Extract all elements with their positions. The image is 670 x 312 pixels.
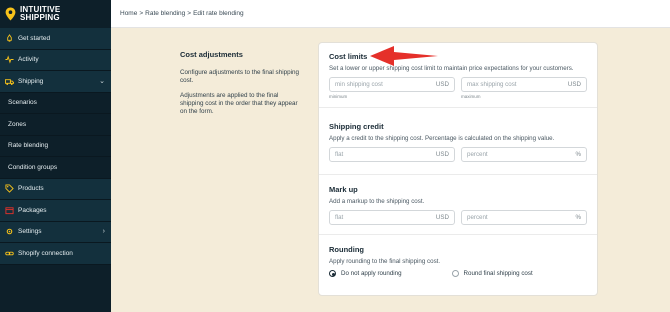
sidebar-item-shopify-connection[interactable]: Shopify connection [0,243,111,265]
sidebar-item-scenarios[interactable]: Scenarios [0,92,111,114]
radio-label: Round final shipping cost [463,270,533,277]
sidebar-item-label: Get started [18,34,51,42]
placeholder: percent [467,151,488,158]
rounding-title: Rounding [329,245,364,254]
mark-up-title: Mark up [329,185,358,194]
markup-flat-input[interactable]: flat USD [329,210,455,225]
sidebar-item-activity[interactable]: Activity [0,49,111,71]
sidebar-item-label: Packages [18,206,47,214]
radio-label: Do not apply rounding [341,270,402,277]
cost-limits-section: Cost limits Set a lower or upper shippin… [319,52,597,108]
currency-unit: USD [435,81,449,88]
percent-unit: % [575,151,581,158]
credit-flat-input[interactable]: flat USD [329,147,455,162]
breadcrumb-current-page: Edit rate blending [193,10,244,17]
shipping-credit-help: Apply a credit to the shipping cost. Per… [329,135,555,142]
placeholder: min shipping cost [335,81,383,88]
rounding-section: Rounding Apply rounding to the final shi… [319,235,597,295]
mark-up-help: Add a markup to the shipping cost. [329,198,425,205]
placeholder: max shipping cost [467,81,517,88]
sidebar-item-settings[interactable]: Settings › [0,221,111,243]
placeholder: flat [335,151,344,158]
pulse-icon [5,55,14,64]
sidebar-item-rate-blending[interactable]: Rate blending [0,135,111,157]
brand-name: INTUITIVE SHIPPING [20,6,60,22]
max-label: maximum [461,94,481,99]
sidebar: INTUITIVE SHIPPING Get started Activity … [0,0,111,312]
truck-icon [5,79,14,85]
sidebar-item-packages[interactable]: Packages [0,200,111,222]
description-paragraph-1: Configure adjustments to the final shipp… [180,69,300,85]
tag-icon [5,184,14,193]
annotation-arrow-icon [370,46,438,66]
brand-line-2: SHIPPING [20,13,60,22]
rounding-help: Apply rounding to the final shipping cos… [329,258,441,265]
currency-unit: USD [567,81,581,88]
mark-up-section: Mark up Add a markup to the shipping cos… [319,175,597,235]
sidebar-item-label: Products [18,185,44,193]
sidebar-item-label: Shopify connection [18,249,73,257]
chevron-down-icon: ⌄ [99,78,105,86]
sidebar-item-shipping[interactable]: Shipping ⌄ [0,71,111,93]
max-shipping-cost-input[interactable]: max shipping cost USD [461,77,587,92]
box-icon [5,207,14,214]
percent-unit: % [575,214,581,221]
location-pin-icon [5,7,16,21]
min-shipping-cost-input[interactable]: min shipping cost USD [329,77,455,92]
sidebar-item-get-started[interactable]: Get started [0,28,111,50]
sidebar-item-label: Rate blending [8,142,49,150]
radio-no-rounding[interactable]: Do not apply rounding [329,270,402,277]
sidebar-item-label: Scenarios [8,99,37,107]
radio-selected-icon [329,270,336,277]
chevron-right-icon: › [102,228,105,236]
currency-unit: USD [435,151,449,158]
sidebar-item-label: Settings [18,228,42,236]
breadcrumb: Home > Rate blending > Edit rate blendin… [111,0,670,28]
cost-adjustments-card: Cost limits Set a lower or upper shippin… [318,42,598,296]
sidebar-item-label: Zones [8,120,27,128]
breadcrumb-separator: > [139,10,144,17]
link-icon [5,251,14,256]
rocket-icon [7,33,12,42]
breadcrumb-home[interactable]: Home [120,10,137,17]
credit-percent-input[interactable]: percent % [461,147,587,162]
min-label: minimum [329,94,348,99]
breadcrumb-separator: > [187,10,192,17]
cost-adjustments-description: Cost adjustments Configure adjustments t… [180,50,300,122]
placeholder: percent [467,214,488,221]
currency-unit: USD [435,214,449,221]
sidebar-item-products[interactable]: Products [0,178,111,200]
section-title: Cost adjustments [180,50,243,59]
radio-unselected-icon [451,270,459,277]
breadcrumb-rate-blending[interactable]: Rate blending [145,10,185,17]
radio-round-final-cost[interactable]: Round final shipping cost [451,270,533,277]
sidebar-item-zones[interactable]: Zones [0,114,111,136]
markup-percent-input[interactable]: percent % [461,210,587,225]
brand-logo[interactable]: INTUITIVE SHIPPING [0,0,111,28]
placeholder: flat [335,214,344,221]
description-paragraph-2: Adjustments are applied to the final shi… [180,91,298,116]
sidebar-item-condition-groups[interactable]: Condition groups [0,157,111,179]
sidebar-item-label: Shipping [18,77,44,85]
sidebar-item-label: Condition groups [8,163,58,171]
sidebar-item-label: Activity [18,56,39,64]
page-footer-space [111,304,670,312]
shipping-credit-section: Shipping credit Apply a credit to the sh… [319,118,597,175]
min-cost-field: min shipping cost USD minimum [329,77,455,99]
max-cost-field: max shipping cost USD maximum [461,77,587,99]
sidebar-nav: Get started Activity Shipping ⌄ Scenario… [0,28,111,265]
gear-icon [6,228,13,235]
shipping-credit-title: Shipping credit [329,122,384,131]
